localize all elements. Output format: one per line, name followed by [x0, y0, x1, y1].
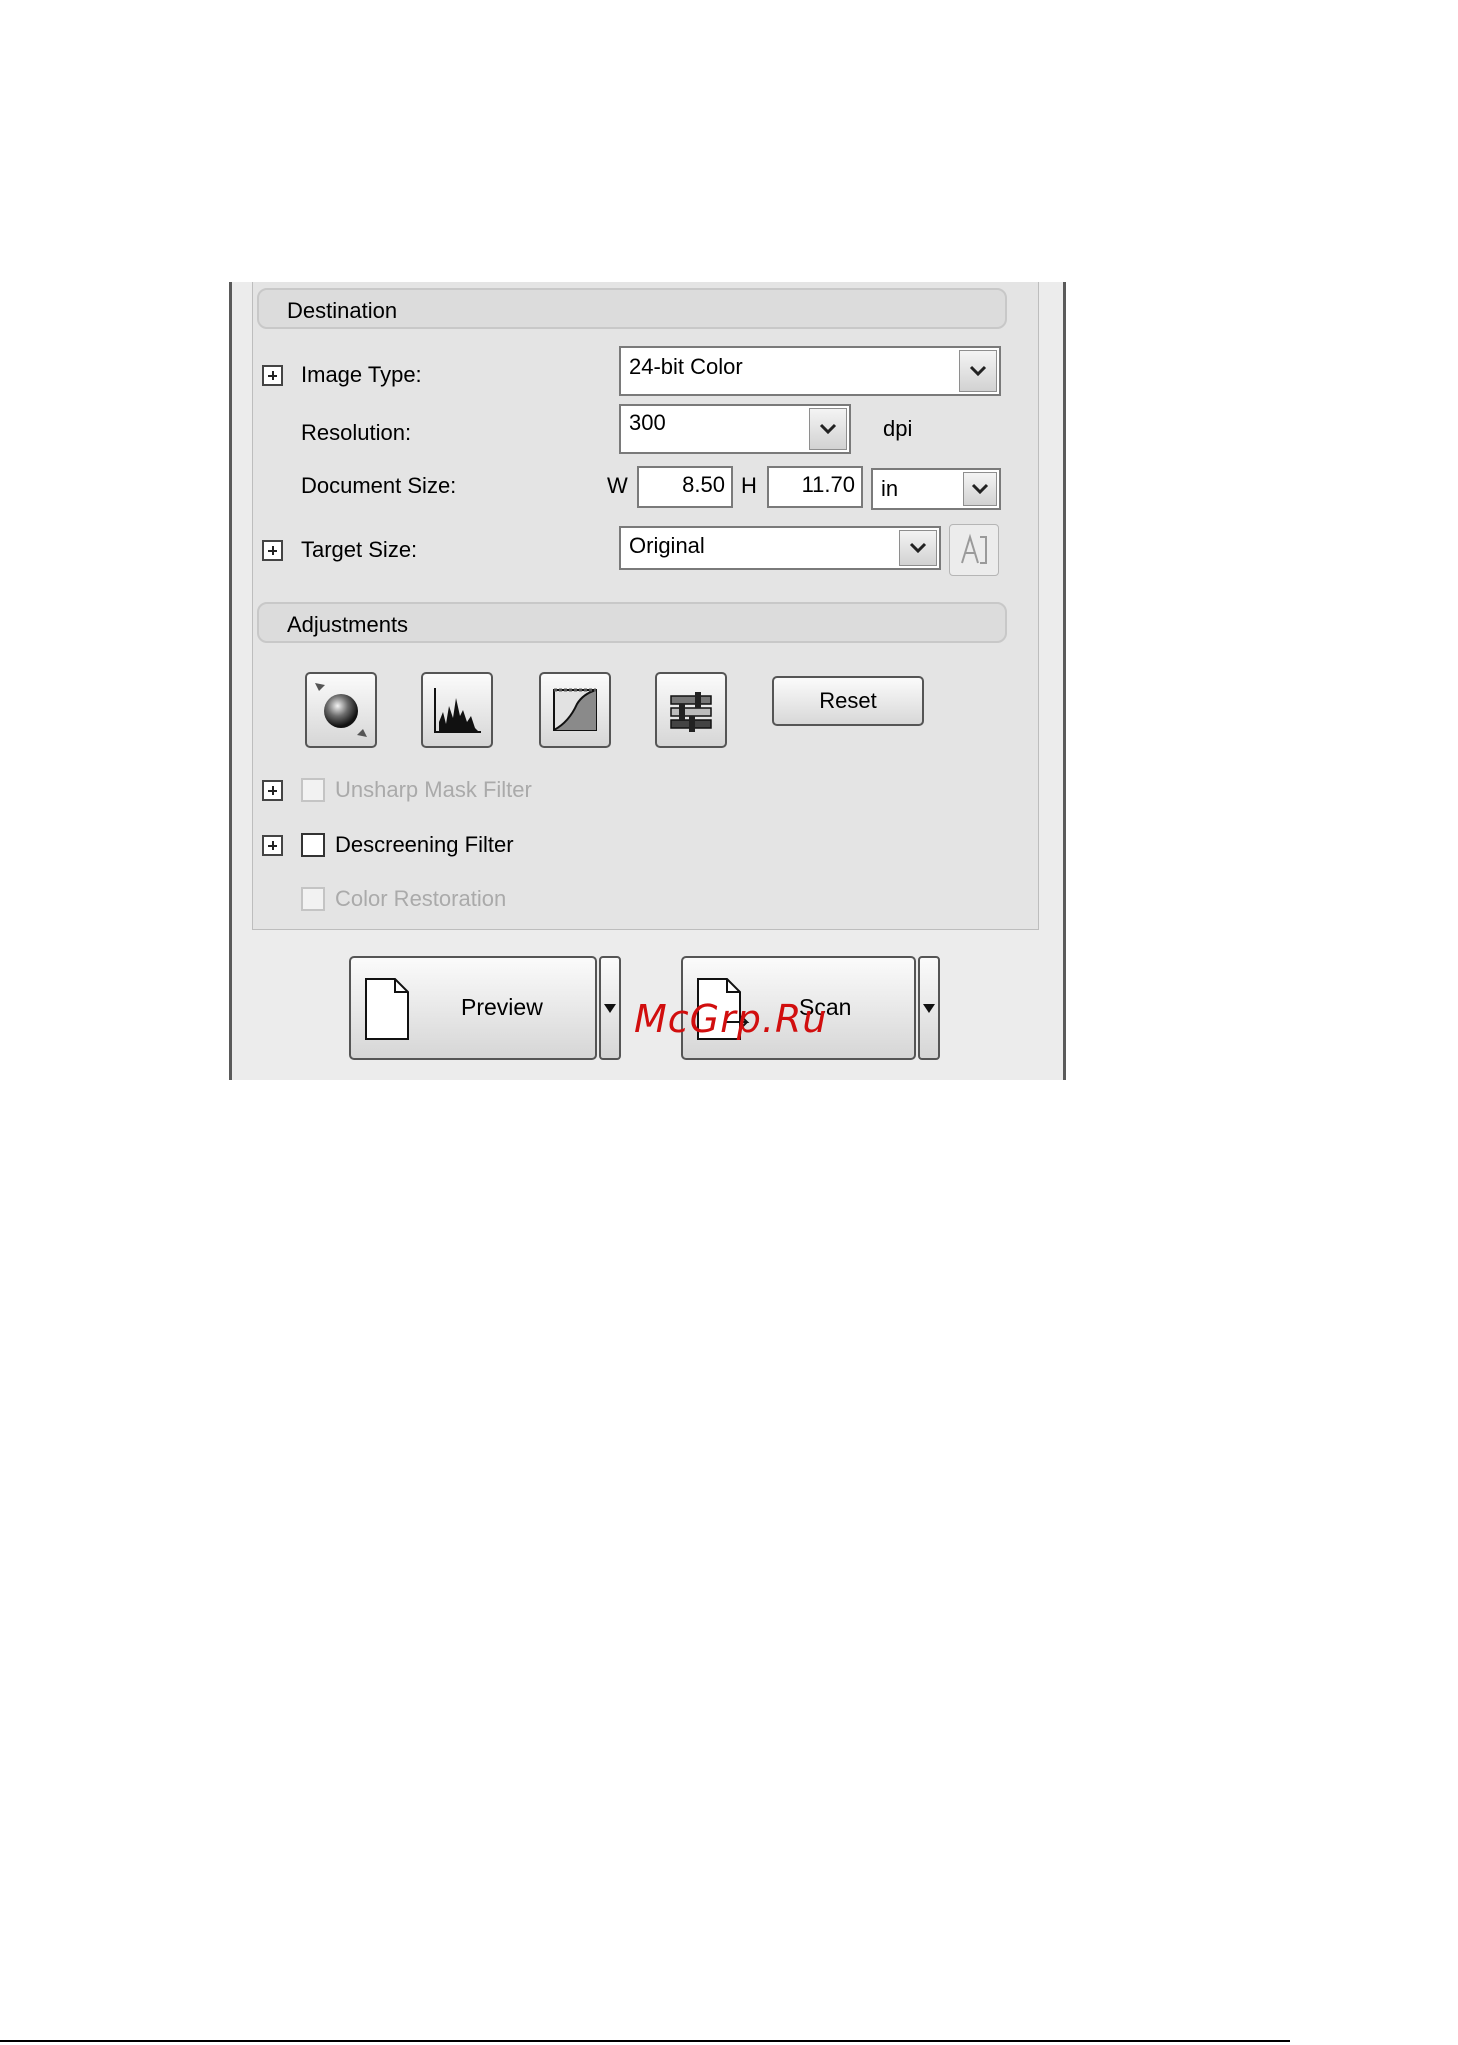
height-label: H — [741, 473, 757, 498]
image-adjustment-button[interactable] — [655, 672, 727, 748]
image-type-select[interactable]: 24-bit Color — [619, 346, 1001, 396]
text-orientation-button[interactable] — [949, 524, 999, 576]
histogram-adjustment-button[interactable] — [421, 672, 493, 748]
dropdown-arrow-icon — [604, 1003, 616, 1013]
preview-options-button[interactable] — [599, 956, 621, 1060]
chevron-down-icon[interactable] — [959, 350, 997, 392]
color-restoration-checkbox[interactable] — [301, 887, 325, 911]
auto-exposure-icon — [315, 683, 367, 737]
color-palette-icon — [670, 692, 712, 732]
reset-button[interactable]: Reset — [772, 676, 924, 726]
descreening-label: Descreening Filter — [335, 832, 514, 857]
descreening-checkbox[interactable] — [301, 833, 325, 857]
tone-correction-button[interactable] — [539, 672, 611, 748]
preview-button-label: Preview — [461, 994, 543, 1020]
document-icon — [365, 978, 409, 1040]
resolution-select[interactable]: 300 — [619, 404, 851, 454]
unsharp-mask-checkbox[interactable] — [301, 778, 325, 802]
page-footer-rule — [0, 2040, 1290, 2042]
preview-button[interactable]: Preview — [349, 956, 597, 1060]
chevron-down-icon[interactable] — [899, 530, 937, 566]
text-orientation-icon — [961, 533, 987, 564]
resolution-unit: dpi — [883, 416, 913, 441]
target-size-label: Target Size: — [301, 537, 418, 562]
scan-settings-panel: Destination Image Type: 24-bit Color Res… — [229, 282, 1066, 1080]
histogram-icon — [434, 688, 481, 733]
adjustments-header-label: Adjustments — [287, 612, 409, 637]
width-label: W — [607, 473, 628, 498]
image-type-expand-icon[interactable] — [262, 365, 283, 386]
image-type-value: 24-bit Color — [629, 354, 743, 379]
destination-header-label: Destination — [287, 298, 398, 323]
unsharp-mask-expand-icon[interactable] — [262, 780, 283, 801]
image-type-label: Image Type: — [301, 362, 422, 387]
dropdown-arrow-icon — [923, 1003, 935, 1013]
target-size-expand-icon[interactable] — [262, 540, 283, 561]
chevron-down-icon[interactable] — [809, 408, 847, 450]
unsharp-mask-label: Unsharp Mask Filter — [335, 777, 532, 802]
width-input[interactable]: 8.50 — [637, 466, 733, 508]
watermark-text: McGrp.Ru — [634, 997, 828, 1041]
tone-curve-icon — [553, 688, 597, 731]
unit-select[interactable]: in — [871, 468, 1001, 510]
resolution-value: 300 — [629, 410, 666, 435]
chevron-down-icon[interactable] — [963, 472, 997, 506]
resolution-label: Resolution: — [301, 420, 412, 445]
unit-value: in — [881, 476, 899, 501]
destination-header: Destination — [257, 288, 1007, 329]
color-restoration-label: Color Restoration — [335, 886, 507, 911]
adjustments-header: Adjustments — [257, 602, 1007, 643]
settings-area: Destination Image Type: 24-bit Color Res… — [252, 282, 1039, 930]
target-size-value: Original — [629, 533, 705, 558]
target-size-select[interactable]: Original — [619, 526, 941, 570]
document-size-label: Document Size: — [301, 473, 457, 498]
scan-options-button[interactable] — [918, 956, 940, 1060]
descreening-expand-icon[interactable] — [262, 835, 283, 856]
height-input[interactable]: 11.70 — [767, 466, 863, 508]
auto-exposure-button[interactable] — [305, 672, 377, 748]
